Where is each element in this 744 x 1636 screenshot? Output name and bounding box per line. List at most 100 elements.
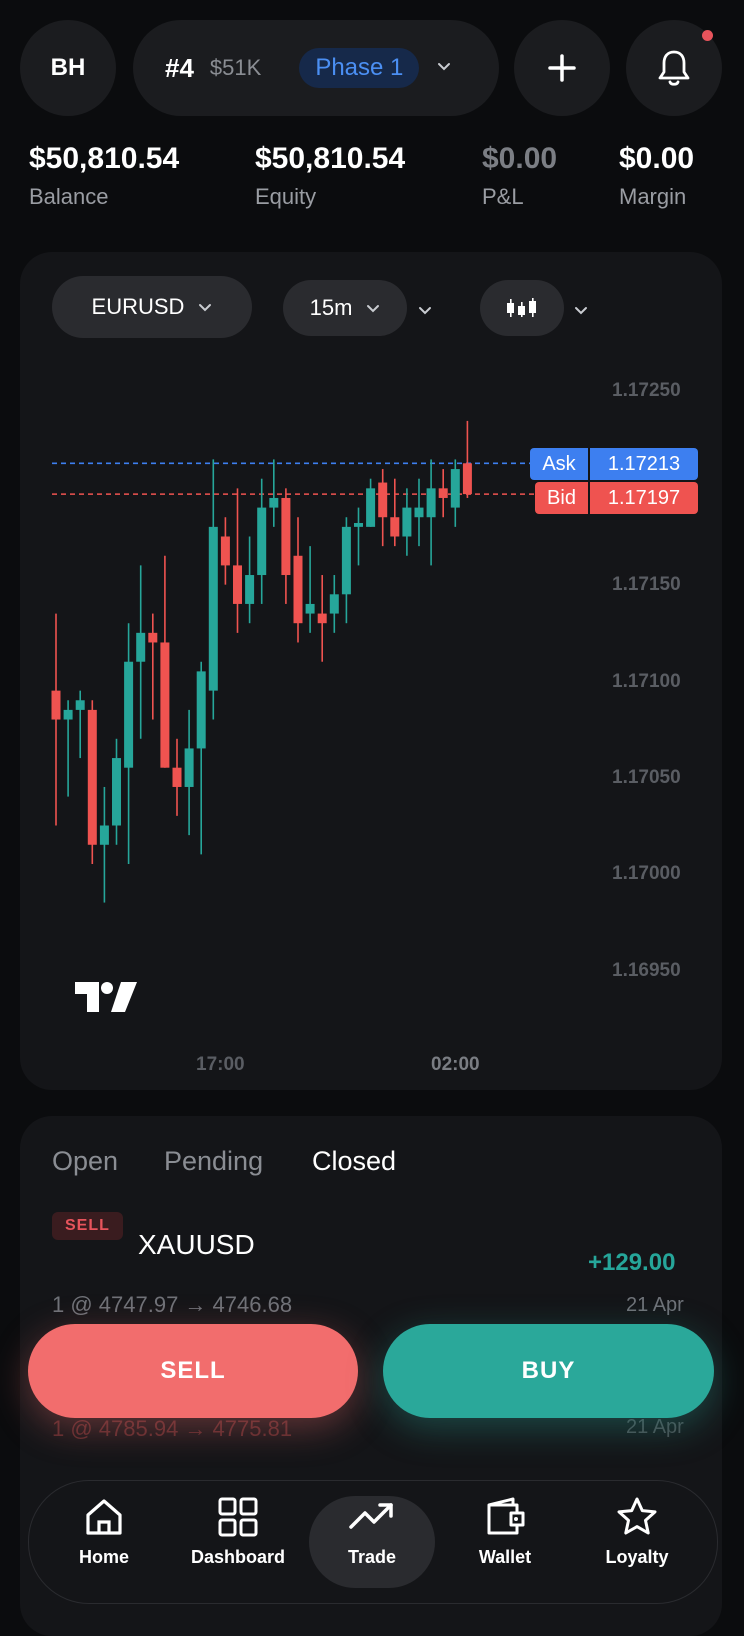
candle xyxy=(341,517,351,624)
candle xyxy=(305,546,315,633)
candle xyxy=(196,661,206,855)
candle-body xyxy=(63,709,73,720)
buy-button[interactable]: BUY xyxy=(383,1324,714,1418)
nav-loyalty[interactable]: Loyalty xyxy=(597,1495,677,1585)
candle-body xyxy=(184,748,194,787)
candle-body xyxy=(341,526,351,595)
tab-closed[interactable]: Closed xyxy=(312,1146,396,1177)
candle xyxy=(281,488,291,604)
candle-body xyxy=(136,632,146,662)
candle xyxy=(172,738,182,816)
star-icon xyxy=(617,1497,657,1535)
nav-trade[interactable]: Trade xyxy=(332,1495,412,1585)
home-icon xyxy=(86,1499,122,1535)
candle-body xyxy=(99,825,109,845)
candle-body xyxy=(426,488,436,518)
candle-body xyxy=(196,671,206,749)
candle-body xyxy=(124,661,134,768)
candle-body xyxy=(233,565,242,604)
tab-pending[interactable]: Pending xyxy=(164,1146,263,1177)
bid-price: 1.17197 xyxy=(590,482,698,514)
candle-body xyxy=(462,463,472,495)
candle xyxy=(462,420,472,498)
ask-price: 1.17213 xyxy=(590,448,698,480)
price-chart[interactable] xyxy=(0,0,744,1100)
tradingview-logo-icon xyxy=(75,982,137,1012)
nav-label: Wallet xyxy=(478,1547,532,1567)
x-tick-label: 02:00 xyxy=(431,1054,480,1075)
nav-label: Loyalty xyxy=(605,1547,669,1567)
candle xyxy=(63,700,73,797)
candle xyxy=(402,488,412,556)
candle-body xyxy=(112,758,121,826)
wallet-icon xyxy=(487,1497,525,1535)
candle-body xyxy=(257,507,267,576)
candle-body xyxy=(281,497,291,576)
nav-label: Home xyxy=(78,1547,129,1567)
candle-body xyxy=(438,488,448,498)
candle xyxy=(390,478,400,547)
bid-label: Bid xyxy=(535,482,588,514)
nav-label: Dashboard xyxy=(190,1547,286,1567)
candle-body xyxy=(390,517,400,537)
candle xyxy=(354,507,363,566)
candle-body xyxy=(450,469,460,508)
candle xyxy=(124,623,134,865)
candle xyxy=(99,786,109,903)
candle xyxy=(378,469,388,547)
bid-tag: Bid 1.17197 xyxy=(535,482,698,514)
candle xyxy=(317,575,327,662)
candle xyxy=(245,536,255,624)
candle xyxy=(414,478,424,547)
trade-pnl: +129.00 xyxy=(588,1249,676,1276)
candle xyxy=(136,565,146,739)
candle-body xyxy=(329,594,339,614)
y-tick-label: 1.17250 xyxy=(612,380,681,401)
candle xyxy=(112,738,121,845)
y-tick-label: 1.17100 xyxy=(612,671,681,692)
sell-button[interactable]: SELL xyxy=(28,1324,358,1418)
x-tick-label: 17:00 xyxy=(196,1054,245,1075)
candle xyxy=(366,478,376,527)
y-tick-label: 1.17050 xyxy=(612,767,681,788)
dashboard-icon xyxy=(218,1497,258,1537)
nav-home[interactable]: Home xyxy=(64,1495,144,1585)
candle-body xyxy=(269,497,279,508)
candle-body xyxy=(245,575,255,604)
ask-label: Ask xyxy=(530,448,588,480)
ask-tag: Ask 1.17213 xyxy=(530,448,698,480)
candle xyxy=(184,709,194,836)
nav-wallet[interactable]: Wallet xyxy=(465,1495,545,1585)
y-tick-label: 1.16950 xyxy=(612,960,681,981)
candle xyxy=(220,517,230,585)
candle xyxy=(269,459,279,527)
candle xyxy=(51,613,61,826)
trade-date: 21 Apr xyxy=(626,1294,684,1316)
candle-body xyxy=(293,555,303,624)
candle xyxy=(426,459,436,566)
candle-body xyxy=(366,488,376,527)
nav-label: Trade xyxy=(347,1547,397,1567)
candle-body xyxy=(75,700,85,710)
candle xyxy=(450,459,460,527)
candle-body xyxy=(317,613,327,624)
candle-body xyxy=(220,536,230,566)
y-tick-label: 1.17000 xyxy=(612,863,681,884)
candle-body xyxy=(378,482,388,518)
candle xyxy=(75,690,85,759)
trend-up-icon xyxy=(349,1503,393,1529)
candle-body xyxy=(51,690,61,720)
candle-body xyxy=(87,709,97,845)
candle xyxy=(438,469,448,518)
candle xyxy=(293,517,303,643)
trade-date: 21 Apr xyxy=(626,1416,684,1438)
candle-body xyxy=(160,642,170,768)
candle xyxy=(208,459,218,720)
candle xyxy=(148,613,158,720)
tab-open[interactable]: Open xyxy=(52,1146,118,1177)
candle xyxy=(87,700,97,865)
candle-body xyxy=(148,632,158,643)
candle xyxy=(160,555,170,768)
candle-body xyxy=(414,507,424,518)
nav-dashboard[interactable]: Dashboard xyxy=(183,1495,293,1585)
